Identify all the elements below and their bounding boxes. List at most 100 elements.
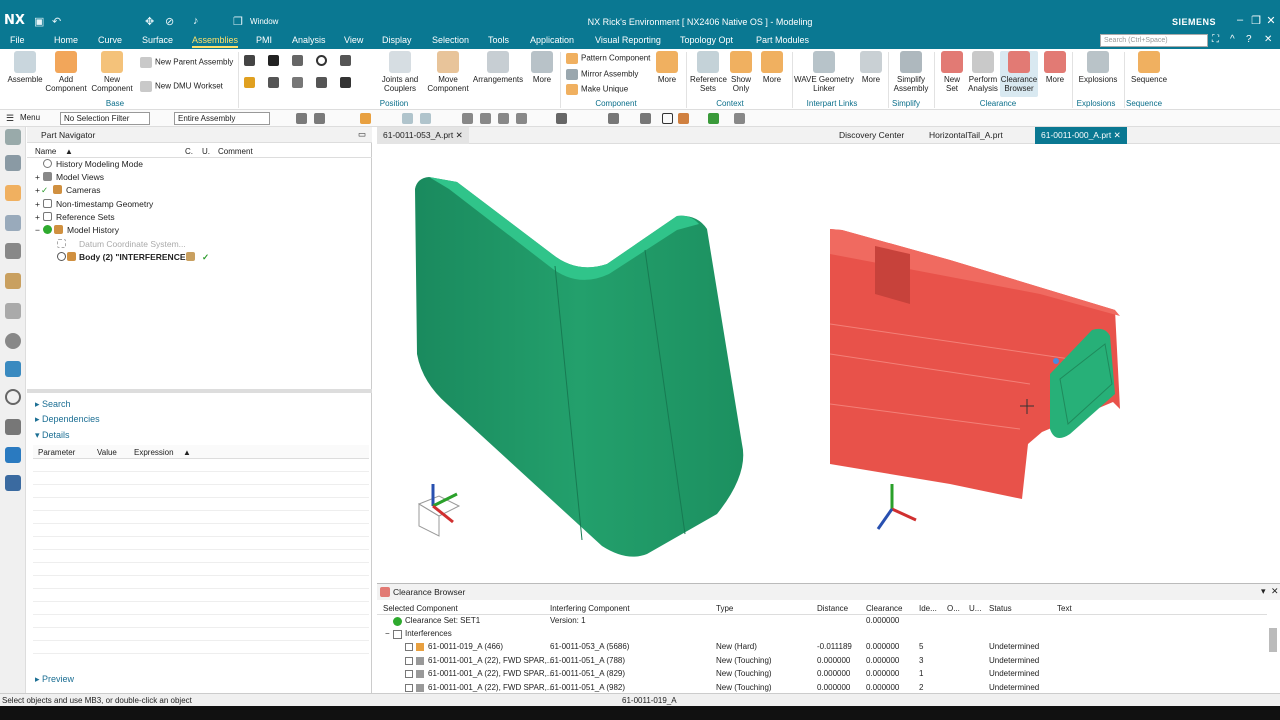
menu-view[interactable]: View	[344, 35, 363, 45]
interference-row[interactable]: 61-0011-001_A (22), FWD SPAR,... 61-0011-…	[377, 655, 1267, 668]
new-dmu-workset-button[interactable]: New DMU Workset	[140, 81, 223, 92]
tab-close-icon[interactable]: ✕	[456, 130, 463, 140]
minimize-icon[interactable]: –	[1232, 14, 1248, 26]
tools-icon[interactable]	[5, 475, 21, 491]
mic-icon[interactable]: ♪	[193, 15, 199, 27]
expand-icon[interactable]: +	[35, 199, 40, 209]
menu-analysis[interactable]: Analysis	[292, 35, 326, 45]
tree-row-model-history[interactable]: − Model History	[27, 224, 367, 237]
more-component-button[interactable]: More	[654, 51, 680, 84]
web-browser-icon[interactable]	[5, 303, 21, 319]
hd3d-icon[interactable]	[5, 273, 21, 289]
mirror-assembly-button[interactable]: Mirror Assembly	[566, 69, 638, 80]
constraint-navigator-icon[interactable]	[5, 185, 21, 201]
col-comment[interactable]: Comment	[218, 147, 253, 156]
save-icon[interactable]: ▣	[34, 15, 44, 28]
section-search[interactable]: ▸ Search	[35, 399, 71, 410]
part-navigator-icon[interactable]	[5, 215, 21, 231]
menu-assemblies[interactable]: Assemblies	[192, 35, 239, 48]
roles-icon[interactable]	[5, 419, 21, 435]
make-unique-button[interactable]: Make Unique	[566, 84, 628, 95]
view-pan-icon[interactable]	[498, 113, 509, 124]
cb-col-2[interactable]: Type	[716, 604, 733, 613]
restore-icon[interactable]: ❐	[1248, 14, 1264, 27]
assembly-navigator-icon[interactable]	[5, 155, 21, 171]
panel-menu-icon[interactable]: ▾	[1261, 586, 1266, 597]
snap-point-icon[interactable]	[296, 113, 307, 124]
menu-close-icon[interactable]: ✕	[1264, 34, 1272, 45]
more-position-button[interactable]: More	[528, 51, 556, 84]
move-component-button[interactable]: Move Component	[426, 51, 470, 93]
arrangements-button[interactable]: Arrangements	[472, 51, 524, 84]
expand-icon[interactable]: +	[35, 185, 40, 195]
fullscreen-icon[interactable]: ⛶	[1212, 34, 1219, 45]
simplify-assembly-button[interactable]: Simplify Assembly	[892, 51, 930, 93]
reuse-library-icon[interactable]	[5, 243, 21, 259]
tab-61-0011-053[interactable]: 61-0011-053_A.prt ✕	[377, 127, 469, 144]
tree-row-non-timestamp[interactable]: + Non-timestamp Geometry	[27, 198, 367, 211]
render-style-icon[interactable]	[556, 113, 567, 124]
cb-col-6[interactable]: O...	[947, 604, 960, 613]
cb-col-4[interactable]: Clearance	[866, 604, 902, 613]
new-parent-assembly-button[interactable]: New Parent Assembly	[140, 57, 233, 68]
interferences-group-row[interactable]: − Interferences	[377, 628, 1267, 641]
cb-col-8[interactable]: Status	[989, 604, 1012, 613]
settings-icon[interactable]	[5, 129, 21, 145]
view-orient-icon[interactable]	[462, 113, 473, 124]
distance-icon[interactable]	[340, 55, 351, 66]
align-icon[interactable]	[268, 77, 279, 88]
select-icon[interactable]	[360, 113, 371, 124]
position-tool-grid[interactable]	[244, 55, 374, 95]
angle-icon[interactable]	[292, 77, 303, 88]
command-search-input[interactable]: Search (Ctrl+Space)	[1100, 34, 1208, 47]
sort-icon[interactable]: ▲	[183, 448, 191, 457]
tab-horizontal-tail[interactable]: HorizontalTail_A.prt	[923, 127, 1009, 144]
collapse-icon[interactable]: −	[35, 225, 40, 235]
cb-col-7[interactable]: U...	[969, 604, 981, 613]
system-materials-icon[interactable]	[5, 361, 21, 377]
section-details[interactable]: ▾ Details	[35, 430, 70, 441]
menu-home[interactable]: Home	[54, 35, 78, 45]
cb-col-1[interactable]: Interfering Component	[550, 604, 630, 613]
graphics-viewport-left[interactable]	[377, 144, 825, 578]
perform-analysis-button[interactable]: Perform Analysis	[966, 51, 1000, 93]
menu-icon[interactable]: ☰	[6, 113, 14, 124]
col-uptodate[interactable]: U.	[202, 147, 210, 156]
menu-display[interactable]: Display	[382, 35, 412, 45]
reference-sets-button[interactable]: Reference Sets	[690, 51, 727, 93]
collapse-icon[interactable]: ^	[1230, 34, 1235, 45]
show-only-button[interactable]: Show Only	[728, 51, 754, 93]
explosions-button[interactable]: Explosions	[1076, 51, 1120, 84]
tab-61-0011-000[interactable]: 61-0011-000_A.prt ✕	[1035, 127, 1127, 144]
tree-row-history-mode[interactable]: History Modeling Mode	[27, 158, 367, 171]
clock-icon[interactable]	[5, 389, 21, 405]
cb-col-9[interactable]: Text	[1057, 604, 1072, 613]
center-icon[interactable]	[316, 77, 327, 88]
menu-surface[interactable]: Surface	[142, 35, 173, 45]
view-zoom-icon[interactable]	[516, 113, 527, 124]
collapse-icon[interactable]: −	[385, 629, 390, 638]
tree-row-reference-sets[interactable]: + Reference Sets	[27, 211, 367, 224]
window-icon[interactable]: ❐	[233, 15, 243, 28]
menu-selection[interactable]: Selection	[432, 35, 469, 45]
menu-part-modules[interactable]: Part Modules	[756, 35, 809, 45]
new-set-button[interactable]: New Set	[938, 51, 966, 93]
concentric-icon[interactable]	[316, 55, 327, 66]
history-icon[interactable]	[5, 333, 21, 349]
show-hide-icon[interactable]: ⊘	[165, 15, 174, 28]
col-parameter[interactable]: Parameter	[38, 448, 75, 457]
tree-row-cameras[interactable]: + ✓ Cameras	[27, 184, 367, 197]
search-icon[interactable]: ⌕	[1196, 34, 1202, 45]
col-name[interactable]: Name	[35, 147, 56, 156]
interference-row[interactable]: 61-0011-019_A (466) 61-0011-053_A (5686) N…	[377, 641, 1267, 654]
tree-row-body[interactable]: Body (2) "INTERFERENCE... ✓	[27, 251, 367, 264]
row-checkbox[interactable]	[405, 643, 413, 651]
clearance-browser-button[interactable]: Clearance Browser	[1000, 51, 1038, 97]
measure-icon[interactable]	[734, 113, 745, 124]
menu-application[interactable]: Application	[530, 35, 574, 45]
menu-pmi[interactable]: PMI	[256, 35, 272, 45]
undo-icon[interactable]: ↶	[52, 15, 61, 28]
close-icon[interactable]: ✕	[1263, 14, 1279, 27]
menu-curve[interactable]: Curve	[98, 35, 122, 45]
splitter[interactable]	[27, 389, 372, 393]
